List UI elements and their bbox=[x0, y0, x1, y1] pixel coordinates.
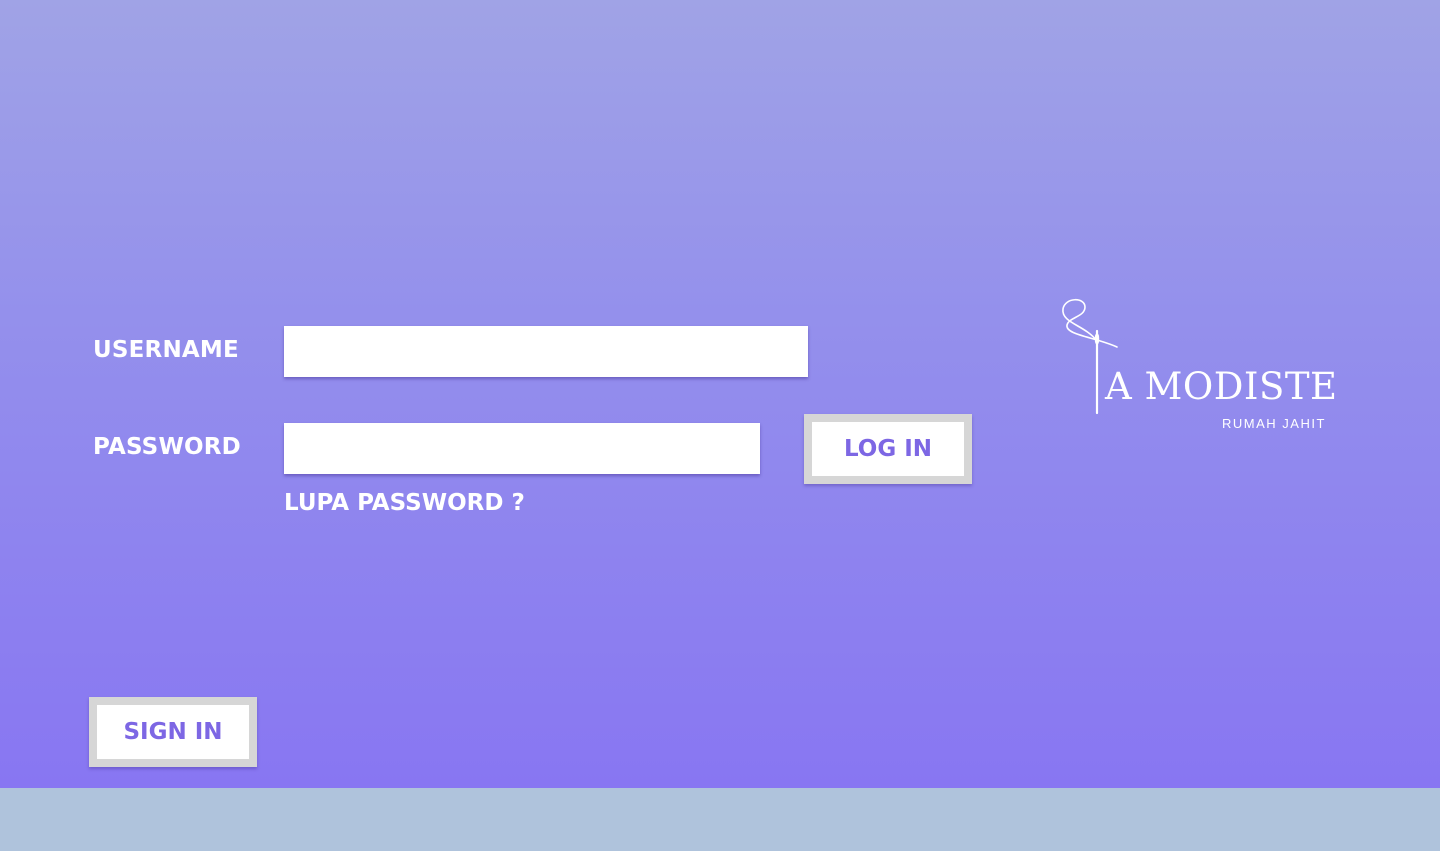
password-input[interactable] bbox=[284, 423, 760, 474]
forgot-password-link[interactable]: LUPA PASSWORD ? bbox=[284, 490, 525, 516]
brand-name: A MODISTE bbox=[1105, 365, 1338, 408]
username-label: USERNAME bbox=[93, 337, 239, 363]
login-button[interactable]: LOG IN bbox=[804, 414, 972, 484]
password-label: PASSWORD bbox=[93, 434, 241, 460]
signin-button[interactable]: SIGN IN bbox=[89, 697, 257, 767]
bottom-bar bbox=[0, 788, 1440, 851]
brand-logo: A MODISTE RUMAH JAHIT bbox=[1055, 295, 1345, 435]
username-input[interactable] bbox=[284, 326, 808, 377]
brand-tagline: RUMAH JAHIT bbox=[1222, 416, 1326, 431]
login-screen: USERNAME PASSWORD LUPA PASSWORD ? LOG IN… bbox=[0, 0, 1440, 788]
